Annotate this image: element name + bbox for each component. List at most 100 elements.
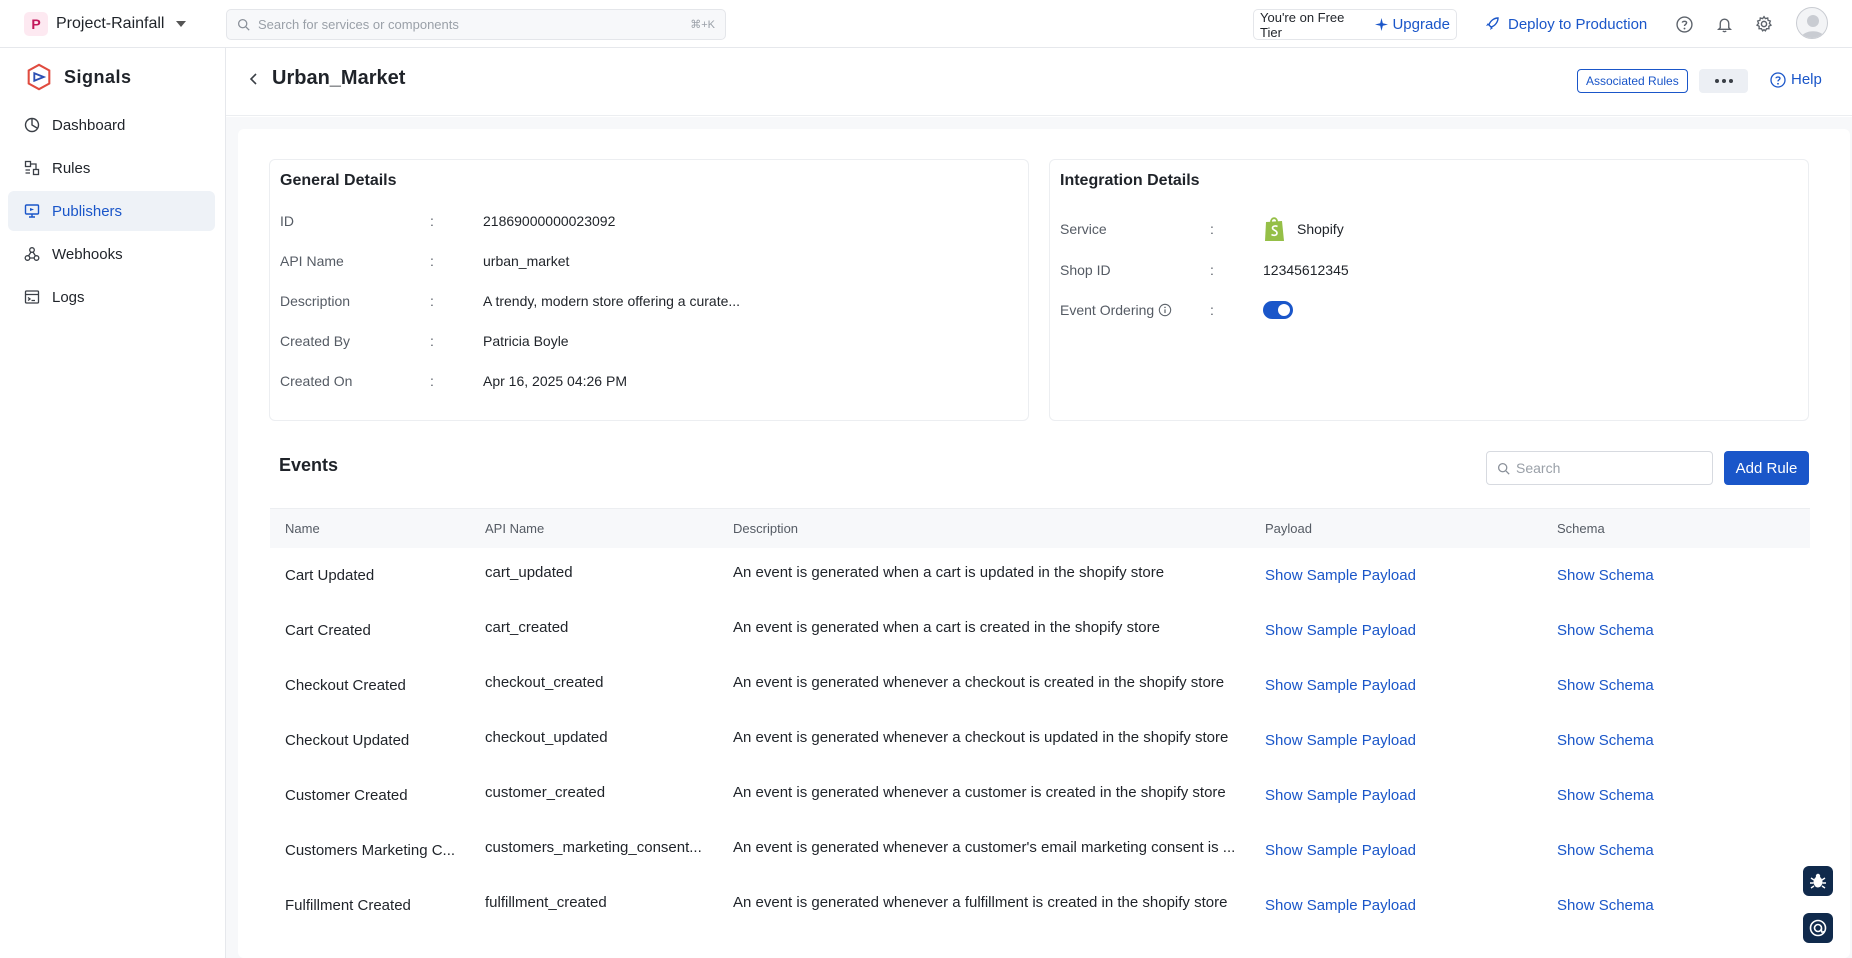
show-sample-payload-link[interactable]: Show Sample Payload (1265, 732, 1416, 749)
show-sample-payload-link[interactable]: Show Sample Payload (1265, 567, 1416, 584)
gear-icon[interactable] (1754, 14, 1774, 34)
help-circle-icon[interactable] (1674, 14, 1694, 34)
show-schema-link[interactable]: Show Schema (1557, 677, 1654, 694)
detail-value: Patricia Boyle (483, 333, 569, 349)
dot-icon (1714, 79, 1719, 83)
sparkle-icon (1375, 18, 1389, 31)
show-schema-link[interactable]: Show Schema (1557, 897, 1654, 914)
detail-colon: : (430, 293, 434, 309)
detail-colon: : (430, 253, 434, 269)
event-api-name: checkout_created (485, 674, 604, 691)
column-header-name: Name (285, 521, 320, 536)
event-description: An event is generated whenever a custome… (733, 784, 1226, 801)
brand: Signals (24, 62, 132, 92)
integration-row-service: Service : Shopify (1060, 216, 1344, 242)
table-row: Customers Marketing C... customers_marke… (270, 823, 1810, 878)
info-icon[interactable] (1158, 303, 1172, 317)
detail-label: API Name (280, 253, 344, 269)
upgrade-label: Upgrade (1392, 16, 1450, 33)
show-schema-link[interactable]: Show Schema (1557, 732, 1654, 749)
support-button[interactable] (1803, 913, 1833, 943)
detail-label: Created By (280, 333, 351, 349)
help-label: Help (1791, 71, 1822, 88)
sidebar-item-label: Logs (52, 288, 85, 306)
user-avatar[interactable] (1796, 7, 1828, 39)
detail-label: ID (280, 213, 294, 229)
table-header: Name API Name Description Payload Schema (270, 508, 1810, 548)
column-header-schema: Schema (1557, 521, 1605, 536)
general-details-title: General Details (280, 172, 397, 189)
show-sample-payload-link[interactable]: Show Sample Payload (1265, 787, 1416, 804)
search-icon (1497, 462, 1510, 475)
logs-icon (24, 290, 40, 304)
shopify-icon (1265, 217, 1284, 241)
dot-icon (1721, 79, 1726, 83)
event-api-name: cart_updated (485, 564, 573, 581)
add-rule-button[interactable]: Add Rule (1724, 451, 1809, 485)
show-schema-link[interactable]: Show Schema (1557, 622, 1654, 639)
show-schema-link[interactable]: Show Schema (1557, 567, 1654, 584)
event-description: An event is generated whenever a checkou… (733, 729, 1229, 746)
back-chevron-icon[interactable] (248, 72, 260, 91)
page-title: Urban_Market (272, 67, 406, 89)
upgrade-button[interactable]: Upgrade (1375, 16, 1450, 33)
general-details-panel: General Details ID : 21869000000023092 A… (269, 159, 1029, 421)
rules-icon (24, 160, 40, 176)
sidebar-nav: Dashboard Rules Publishers Webhooks Logs (8, 105, 215, 320)
event-api-name: checkout_updated (485, 729, 608, 746)
associated-rules-button[interactable]: Associated Rules (1577, 69, 1688, 93)
webhooks-icon (24, 247, 40, 261)
publishers-icon (24, 204, 40, 218)
deploy-button[interactable]: Deploy to Production (1484, 12, 1647, 36)
show-schema-link[interactable]: Show Schema (1557, 787, 1654, 804)
events-title: Events (279, 455, 339, 475)
table-row: Checkout Updated checkout_updated An eve… (270, 713, 1810, 768)
caret-down-icon (176, 21, 187, 27)
event-api-name: customer_created (485, 784, 606, 801)
search-placeholder: Search for services or components (258, 17, 459, 32)
event-description: An event is generated when a cart is upd… (733, 564, 1165, 581)
search-icon (237, 18, 250, 31)
event-name: Cart Updated (285, 567, 375, 584)
show-sample-payload-link[interactable]: Show Sample Payload (1265, 842, 1416, 859)
event-ordering-label-wrap: Event Ordering (1060, 302, 1210, 318)
event-name: Fulfillment Created (285, 897, 411, 914)
sidebar-item-label: Webhooks (52, 245, 123, 263)
events-table: Name API Name Description Payload Schema… (270, 508, 1810, 933)
event-api-name: cart_created (485, 619, 569, 636)
detail-label: Shop ID (1060, 262, 1111, 278)
events-search-input[interactable]: Search (1486, 451, 1713, 485)
show-sample-payload-link[interactable]: Show Sample Payload (1265, 677, 1416, 694)
bell-icon[interactable] (1714, 14, 1734, 34)
show-sample-payload-link[interactable]: Show Sample Payload (1265, 897, 1416, 914)
brand-name: Signals (64, 66, 132, 87)
sidebar-item-logs[interactable]: Logs (8, 277, 215, 317)
detail-colon: : (1210, 302, 1214, 318)
sidebar-item-dashboard[interactable]: Dashboard (8, 105, 215, 145)
show-schema-link[interactable]: Show Schema (1557, 842, 1654, 859)
table-row: Cart Updated cart_updated An event is ge… (270, 548, 1810, 603)
detail-row-description: Description : A trendy, modern store off… (280, 291, 740, 311)
event-name: Cart Created (285, 622, 371, 639)
bug-report-button[interactable] (1803, 866, 1833, 896)
sidebar-item-rules[interactable]: Rules (8, 148, 215, 188)
sidebar-item-label: Dashboard (52, 116, 126, 134)
help-link[interactable]: Help (1770, 71, 1822, 88)
project-switcher[interactable]: P Project-Rainfall (24, 12, 187, 36)
integration-row-shop-id: Shop ID : 12345612345 (1060, 260, 1349, 280)
more-options-button[interactable] (1699, 69, 1748, 93)
integration-details-panel: Integration Details Service : Shopify Sh… (1049, 159, 1809, 421)
table-row: Customer Created customer_created An eve… (270, 768, 1810, 823)
detail-value: A trendy, modern store offering a curate… (483, 293, 741, 309)
event-description: An event is generated whenever a custome… (733, 839, 1236, 856)
column-header-description: Description (733, 521, 799, 536)
sidebar-item-publishers[interactable]: Publishers (8, 191, 215, 231)
global-search[interactable]: Search for services or components ⌘+K (226, 9, 726, 40)
sidebar-item-webhooks[interactable]: Webhooks (8, 234, 215, 274)
show-sample-payload-link[interactable]: Show Sample Payload (1265, 622, 1416, 639)
event-ordering-toggle[interactable] (1263, 301, 1293, 319)
integration-row-event-ordering: Event Ordering : (1060, 300, 1293, 320)
project-avatar: P (24, 12, 48, 36)
events-search-placeholder: Search (1516, 460, 1561, 476)
detail-value: Apr 16, 2025 04:26 PM (483, 373, 627, 389)
